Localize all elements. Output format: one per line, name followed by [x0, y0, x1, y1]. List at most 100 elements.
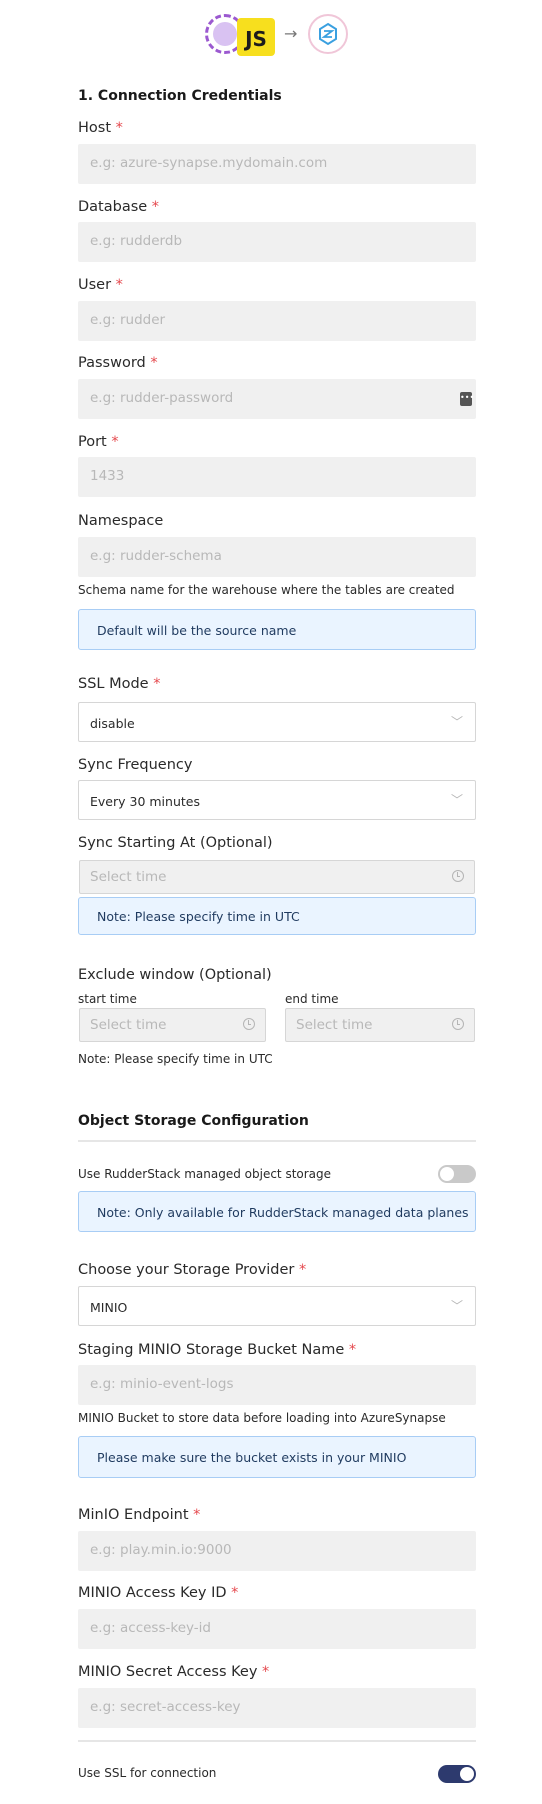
secret-key-label: MINIO Secret Access Key * [78, 1664, 269, 1680]
required-mark: * [299, 1262, 307, 1278]
bucket-name-input[interactable]: e.g: minio-event-logs [78, 1365, 476, 1405]
minio-endpoint-label-text: MinIO Endpoint [78, 1507, 189, 1523]
host-input[interactable]: e.g: azure-synapse.mydomain.com [78, 144, 476, 184]
clock-icon [243, 1018, 255, 1030]
required-mark: * [262, 1664, 270, 1680]
storage-provider-value: MINIO [90, 1300, 128, 1315]
ssl-mode-label: SSL Mode * [78, 676, 160, 692]
user-input[interactable]: e.g: rudder [78, 301, 476, 341]
managed-storage-toggle[interactable] [438, 1165, 476, 1183]
exclude-start-time-picker[interactable]: Select time [79, 1008, 266, 1042]
password-label-text: Password [78, 355, 146, 371]
access-key-input[interactable]: e.g: access-key-id [78, 1609, 476, 1649]
bucket-exists-note: Please make sure the bucket exists in yo… [78, 1436, 476, 1478]
exclude-end-time-picker[interactable]: Select time [285, 1008, 475, 1042]
database-placeholder: e.g: rudderdb [90, 233, 183, 249]
port-label: Port * [78, 434, 119, 450]
start-time-label: start time [78, 992, 137, 1006]
user-placeholder: e.g: rudder [90, 312, 166, 328]
exclude-window-utc-note: Note: Please specify time in UTC [78, 1052, 273, 1066]
ssl-divider [78, 1740, 476, 1742]
user-label: User * [78, 277, 123, 293]
ssl-mode-select[interactable]: disable ﹀ [78, 702, 476, 742]
sync-frequency-select[interactable]: Every 30 minutes ﹀ [78, 780, 476, 820]
port-label-text: Port [78, 434, 107, 450]
source-badge-dot [213, 22, 237, 46]
sync-starting-at-label: Sync Starting At (Optional) [78, 835, 273, 851]
namespace-label: Namespace [78, 513, 164, 529]
required-mark: * [193, 1507, 201, 1523]
required-mark: * [115, 277, 123, 293]
access-key-label: MINIO Access Key ID * [78, 1585, 238, 1601]
minio-endpoint-placeholder: e.g: play.min.io:9000 [90, 1542, 232, 1558]
minio-endpoint-label: MinIO Endpoint * [78, 1507, 200, 1523]
ssl-mode-label-text: SSL Mode [78, 676, 149, 692]
port-placeholder: 1433 [90, 468, 125, 484]
namespace-input[interactable]: e.g: rudder-schema [78, 537, 476, 577]
sync-start-utc-note: Note: Please specify time in UTC [78, 897, 476, 935]
required-mark: * [348, 1342, 357, 1358]
arrow-right-icon: → [284, 24, 298, 43]
host-placeholder: e.g: azure-synapse.mydomain.com [90, 155, 328, 171]
managed-storage-note: Note: Only available for RudderStack man… [78, 1191, 476, 1232]
exclude-start-placeholder: Select time [90, 1017, 167, 1033]
database-label-text: Database [78, 199, 148, 215]
exclude-window-label: Exclude window (Optional) [78, 967, 272, 983]
sync-start-time-picker[interactable]: Select time [79, 860, 475, 894]
minio-endpoint-input[interactable]: e.g: play.min.io:9000 [78, 1531, 476, 1571]
password-placeholder: e.g: rudder-password [90, 390, 234, 406]
exclude-end-placeholder: Select time [296, 1017, 373, 1033]
clock-icon [452, 870, 464, 882]
port-input[interactable]: 1433 [78, 457, 476, 497]
section-title-connection-credentials: 1. Connection Credentials [78, 88, 282, 104]
bucket-name-label: Staging MINIO Storage Bucket Name * [78, 1342, 356, 1358]
javascript-logo-icon: JS [237, 18, 275, 56]
storage-provider-select[interactable]: MINIO ﹀ [78, 1286, 476, 1326]
chevron-down-icon: ﹀ [450, 715, 463, 729]
required-mark: * [231, 1585, 239, 1601]
secret-key-input[interactable]: e.g: secret-access-key [78, 1688, 476, 1728]
sync-frequency-value: Every 30 minutes [90, 794, 200, 809]
namespace-note-text: Default will be the source name [97, 623, 297, 638]
sync-frequency-label: Sync Frequency [78, 757, 193, 773]
use-ssl-label: Use SSL for connection [78, 1766, 217, 1780]
required-mark: * [150, 355, 158, 371]
access-key-placeholder: e.g: access-key-id [90, 1620, 211, 1636]
database-input[interactable]: e.g: rudderdb [78, 222, 476, 262]
end-time-label: end time [285, 992, 339, 1006]
storage-provider-label-text: Choose your Storage Provider [78, 1262, 295, 1278]
required-mark: * [153, 676, 161, 692]
required-mark: * [115, 120, 123, 136]
managed-storage-note-text: Note: Only available for RudderStack man… [97, 1205, 469, 1220]
section-title-object-storage: Object Storage Configuration [78, 1113, 309, 1129]
namespace-info-note: Default will be the source name [78, 609, 476, 650]
toggle-knob [440, 1167, 454, 1181]
required-mark: * [151, 199, 160, 215]
secret-key-placeholder: e.g: secret-access-key [90, 1699, 241, 1715]
storage-provider-label: Choose your Storage Provider * [78, 1262, 306, 1278]
clock-icon [452, 1018, 464, 1030]
chevron-down-icon: ﹀ [450, 1299, 463, 1313]
sync-start-note-text: Note: Please specify time in UTC [97, 909, 300, 924]
namespace-help-text: Schema name for the warehouse where the … [78, 583, 455, 597]
password-manager-icon[interactable]: ••• [460, 392, 474, 406]
required-mark: * [111, 434, 119, 450]
ssl-mode-value: disable [90, 716, 135, 731]
namespace-placeholder: e.g: rudder-schema [90, 548, 222, 564]
host-label: Host * [78, 120, 123, 136]
password-input[interactable]: e.g: rudder-password ••• [78, 379, 476, 419]
toggle-knob [460, 1767, 474, 1781]
host-label-text: Host [78, 120, 112, 136]
bucket-note-text: Please make sure the bucket exists in yo… [97, 1450, 407, 1465]
managed-storage-label: Use RudderStack managed object storage [78, 1167, 332, 1181]
password-label: Password * [78, 355, 158, 371]
bucket-name-placeholder: e.g: minio-event-logs [90, 1376, 234, 1392]
user-label-text: User [78, 277, 112, 293]
bucket-name-label-text: Staging MINIO Storage Bucket Name [78, 1342, 345, 1358]
chevron-down-icon: ﹀ [450, 793, 463, 807]
use-ssl-toggle[interactable] [438, 1765, 476, 1783]
bucket-help-text: MINIO Bucket to store data before loadin… [78, 1411, 446, 1425]
section-divider [78, 1140, 476, 1142]
azure-synapse-logo-icon [308, 14, 348, 54]
access-key-label-text: MINIO Access Key ID [78, 1585, 227, 1601]
